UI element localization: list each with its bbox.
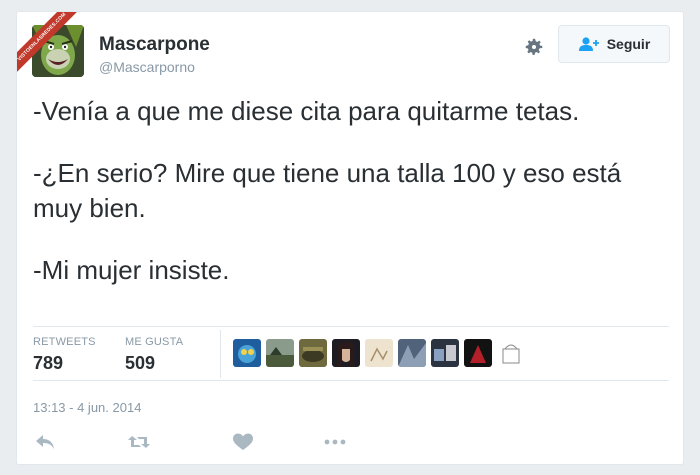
retweets-stat[interactable]: RETWEETS 789 <box>33 336 96 374</box>
liker-avatar[interactable] <box>299 339 327 367</box>
add-user-icon <box>578 37 599 51</box>
follow-button-label: Seguir <box>606 36 651 52</box>
tweet-paragraph: -Venía a que me diese cita para quitarme… <box>33 96 580 126</box>
gear-icon[interactable] <box>523 36 545 58</box>
retweets-count: 789 <box>33 353 64 373</box>
liker-avatar[interactable] <box>497 339 525 367</box>
divider <box>33 326 669 327</box>
stats-separator <box>220 330 221 378</box>
retweets-label: RETWEETS <box>33 336 96 348</box>
tweet-card: VISTOENLASREDES.COM Mascarpone @Mascarpo… <box>16 11 684 465</box>
likes-count: 509 <box>125 353 156 373</box>
liker-avatar[interactable] <box>464 339 492 367</box>
tweet-paragraph: -¿En serio? Mire que tiene una talla 100… <box>33 158 622 223</box>
liker-avatar[interactable] <box>431 339 459 367</box>
liker-avatar[interactable] <box>365 339 393 367</box>
liker-avatar[interactable] <box>266 339 294 367</box>
liker-avatar[interactable] <box>332 339 360 367</box>
liker-avatar[interactable] <box>233 339 261 367</box>
user-handle[interactable]: @Mascarporno <box>99 59 195 75</box>
likes-label: ME GUSTA <box>125 336 184 348</box>
watermark-ribbon: VISTOENLASREDES.COM <box>17 12 87 82</box>
watermark-text: VISTOENLASREDES.COM <box>17 12 86 81</box>
user-name[interactable]: Mascarpone <box>99 34 210 56</box>
liker-avatar[interactable] <box>398 339 426 367</box>
tweet-paragraph: -Mi mujer insiste. <box>33 255 230 285</box>
tweet-timestamp[interactable]: 13:13 - 4 jun. 2014 <box>33 400 141 415</box>
liker-avatars <box>233 339 525 367</box>
divider <box>33 380 669 381</box>
heart-icon[interactable] <box>231 430 255 454</box>
tweet-text: -Venía a que me diese cita para quitarme… <box>33 94 669 315</box>
retweet-icon[interactable] <box>127 430 151 454</box>
follow-button[interactable]: Seguir <box>558 25 670 63</box>
reply-icon[interactable] <box>33 430 57 454</box>
more-icon[interactable] <box>323 430 347 454</box>
likes-stat[interactable]: ME GUSTA 509 <box>125 336 183 374</box>
